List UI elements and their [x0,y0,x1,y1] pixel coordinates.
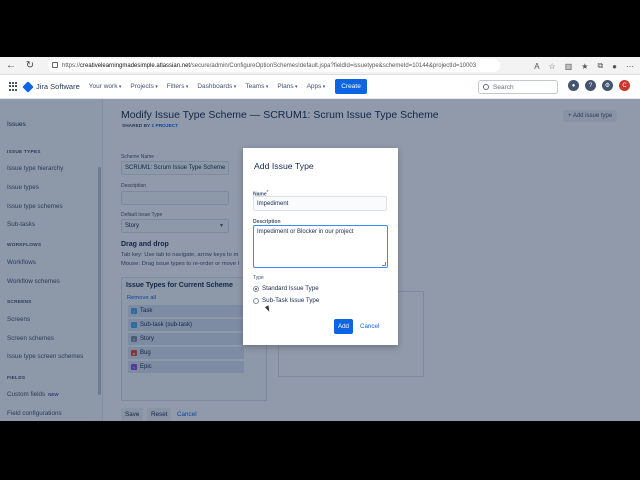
browser-actions: A ☆ ▥ ★ ⧉ ● ⋯ [534,57,634,75]
nav-your-work[interactable]: Your work [89,83,122,90]
subtask-option-label: Sub-Task Issue Type [262,297,320,304]
type-label: Type [253,275,264,281]
jira-mark-icon [22,80,34,93]
search-input[interactable]: Search [478,80,558,94]
notifications-icon[interactable]: ● [568,80,579,91]
dialog-cancel-button[interactable]: Cancel [360,319,379,334]
description-text: Impediment or Blocker in our project [257,229,354,235]
back-icon[interactable]: ← [3,58,19,74]
required-marker: * [266,189,269,194]
letterbox-bottom [0,421,640,480]
nav-filters[interactable]: Filters [167,83,189,90]
profile-icon[interactable]: ● [612,62,617,71]
radio-subtask-issue-type[interactable]: Sub-Task Issue Type [253,297,319,304]
add-issue-type-dialog: Add Issue Type Name* Impediment Descript… [243,148,398,345]
app-switcher-icon[interactable] [9,81,19,92]
address-bar[interactable]: https://creativelearningmadesimple.atlas… [48,59,500,72]
nav-projects[interactable]: Projects [130,83,157,90]
help-icon[interactable]: ? [585,80,596,91]
url-prefix: https:// [62,62,81,69]
top-icons: ● ? ⚙ C [568,80,630,91]
radio-checked-icon[interactable] [253,285,259,292]
dialog-title: Add Issue Type [254,161,314,171]
more-icon[interactable]: ⋯ [626,62,634,71]
collections-icon[interactable]: ⧉ [597,61,603,71]
product-name: Jira Software [36,82,80,91]
radio-standard-issue-type[interactable]: Standard Issue Type [253,285,319,292]
name-field[interactable]: Impediment [253,196,387,211]
search-placeholder: Search [493,83,514,91]
lock-icon [52,62,58,68]
favorite-icon[interactable]: ☆ [549,62,556,71]
radio-unchecked-icon[interactable] [253,297,259,304]
nav-plans[interactable]: Plans [277,83,297,90]
avatar[interactable]: C [619,80,630,91]
url-path: /secure/admin/ConfigureOptionSchemes!def… [190,62,477,69]
refresh-icon[interactable]: ↻ [22,58,38,74]
nav-apps[interactable]: Apps [307,83,326,90]
add-button[interactable]: Add [334,319,353,334]
description-textarea[interactable]: Impediment or Blocker in our project [253,225,388,268]
settings-icon[interactable]: ⚙ [602,80,613,91]
standard-option-label: Standard Issue Type [262,285,319,292]
jira-logo[interactable]: Jira Software [22,80,80,93]
nav-dashboards[interactable]: Dashboards [197,83,236,90]
split-screen-icon[interactable]: ▥ [565,62,573,71]
resize-handle-icon[interactable] [382,262,386,266]
search-icon [483,84,489,90]
top-navigation: Jira Software Your work Projects Filters… [0,75,640,99]
read-aloud-icon[interactable]: A [534,62,539,71]
create-button[interactable]: Create [335,79,367,94]
url-host: creativelearningmadesimple.atlassian.net [80,62,191,69]
browser-toolbar: ← ↻ https://creativelearningmadesimple.a… [0,57,640,75]
favorites-icon[interactable]: ★ [581,62,588,71]
letterbox-top [0,0,640,57]
nav-teams[interactable]: Teams [245,83,268,90]
